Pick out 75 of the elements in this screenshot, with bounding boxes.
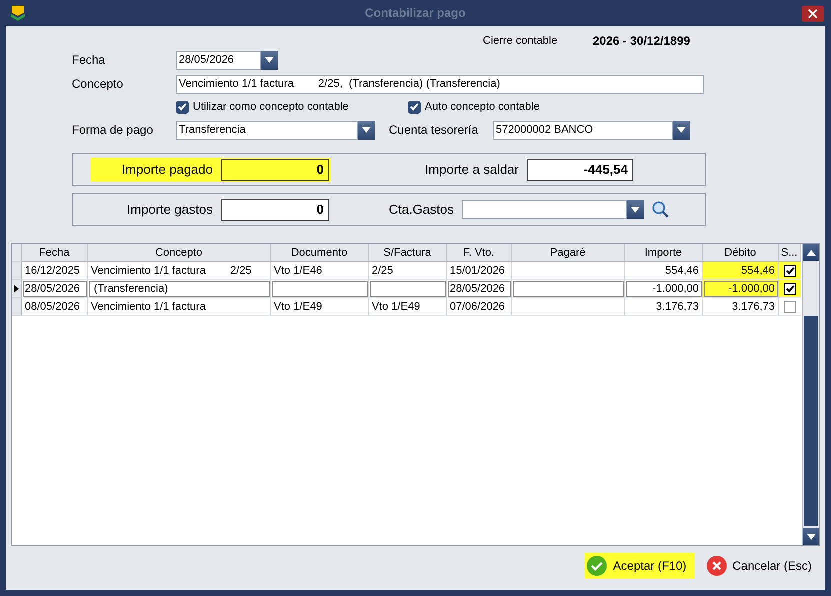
vertical-scrollbar[interactable] (802, 244, 819, 545)
cierre-contable-value: 2026 - 30/12/1899 (593, 34, 690, 48)
table-cell: (Transferencia) (88, 280, 271, 298)
forma-de-pago-label: Forma de pago (72, 123, 154, 137)
table-row[interactable]: 28/05/2026 (Transferencia) 28/05/2026 -1.000,00 -1.000,00 (12, 280, 802, 298)
importe-saldar-field[interactable]: -445,54 (527, 158, 633, 180)
table-row[interactable]: 16/12/2025 Vencimiento 1/1 factura 2/25 Vto 1/E46 2/25 15/01/2026 554,46 554,46 (12, 262, 802, 280)
column-header[interactable]: S/Factura (369, 244, 447, 262)
dropdown-caret-icon (677, 127, 686, 133)
row-header-cell (12, 244, 22, 262)
fecha-label: Fecha (72, 53, 106, 67)
table-row[interactable]: 08/05/2026 Vencimiento 1/1 factura Vto 1/E49 Vto 1/E49 07/06/2026 3.176,73 3.176,73 (12, 298, 802, 316)
checkbox[interactable] (176, 100, 189, 114)
cancel-button[interactable]: Cancelar (Esc) (704, 553, 820, 579)
table-cell: Vencimiento 1/1 factura 2/25 (88, 262, 271, 280)
dropdown-caret-icon (362, 127, 371, 133)
window-title: Contabilizar pago (365, 6, 466, 20)
table-cell: 16/12/2025 (22, 262, 88, 280)
cta-gastos-label: Cta.Gastos (388, 202, 455, 217)
table-cell: Vto 1/E49 (271, 298, 369, 316)
importe-gastos-label: Importe gastos (126, 202, 214, 217)
concepto-field[interactable]: Vencimiento 1/1 factura 2/25, (Transferencia) (Transferencia) (176, 74, 704, 94)
importe-saldar-label: Importe a saldar (424, 162, 520, 177)
importe-gastos-field[interactable]: 0 (221, 198, 329, 220)
column-header[interactable]: Importe (625, 244, 703, 262)
checkbox[interactable] (408, 100, 421, 114)
table-cell: Vencimiento 1/1 factura (88, 298, 271, 316)
table-cell: Vto 1/E49 (369, 298, 447, 316)
table-cell: 3.176,73 (625, 298, 703, 316)
cierre-contable-label: Cierre contable (483, 35, 559, 47)
table-cell: Vto 1/E46 (271, 262, 369, 280)
column-header[interactable]: Documento (271, 244, 369, 262)
table-cell: -1.000,00 (625, 280, 703, 298)
row-header-cell[interactable] (12, 280, 22, 298)
down-arrow-icon (806, 534, 816, 540)
table-cell: 07/06/2026 (447, 298, 512, 316)
close-icon[interactable] (802, 6, 824, 22)
table-cell: 554,46 (703, 262, 779, 280)
column-header[interactable]: F. Vto. (447, 244, 512, 262)
column-header[interactable]: S... (779, 244, 801, 262)
table-cell: 28/05/2026 (22, 280, 88, 298)
dropdown-caret-icon (631, 206, 640, 212)
checkbox-label: Auto concepto contable (425, 101, 540, 113)
concepto-label: Concepto (72, 77, 124, 91)
checkbox-label: Utilizar como concepto contable (193, 101, 349, 113)
table-cell: 3.176,73 (703, 298, 779, 316)
table-cell: 15/01/2026 (447, 262, 512, 280)
app-logo-icon (10, 4, 26, 22)
column-header[interactable]: Débito (703, 244, 779, 262)
table-cell: 554,46 (625, 262, 703, 280)
cuenta-tesoreria-label: Cuenta tesorería (388, 123, 480, 137)
search-icon[interactable] (652, 200, 670, 218)
row-checkbox[interactable] (784, 282, 796, 294)
column-header[interactable]: Concepto (88, 244, 271, 262)
up-arrow-icon (806, 250, 816, 256)
table-cell: 28/05/2026 (447, 280, 512, 298)
importe-pagado-label: Importe pagado (120, 162, 214, 177)
row-checkbox[interactable] (784, 300, 796, 312)
cta-gastos-dropdown[interactable] (462, 200, 644, 219)
scroll-up-button[interactable] (803, 244, 819, 261)
table-cell: 08/05/2026 (22, 298, 88, 316)
table-cell: -1.000,00 (703, 280, 779, 298)
importe-pagado-field[interactable]: 0 (221, 158, 329, 180)
dropdown-caret-icon (265, 57, 274, 63)
row-header-cell[interactable] (12, 262, 22, 280)
close-circle-icon (706, 556, 727, 576)
table-cell: 2/25 (369, 262, 447, 280)
row-header-cell[interactable] (12, 298, 22, 316)
check-circle-icon (587, 556, 608, 576)
scroll-down-button[interactable] (803, 528, 819, 545)
column-header[interactable]: Fecha (22, 244, 88, 262)
row-checkbox[interactable] (784, 264, 796, 276)
current-row-icon (14, 284, 19, 292)
accept-button[interactable]: Aceptar (F10) (585, 553, 695, 579)
column-header[interactable]: Pagaré (512, 244, 625, 262)
